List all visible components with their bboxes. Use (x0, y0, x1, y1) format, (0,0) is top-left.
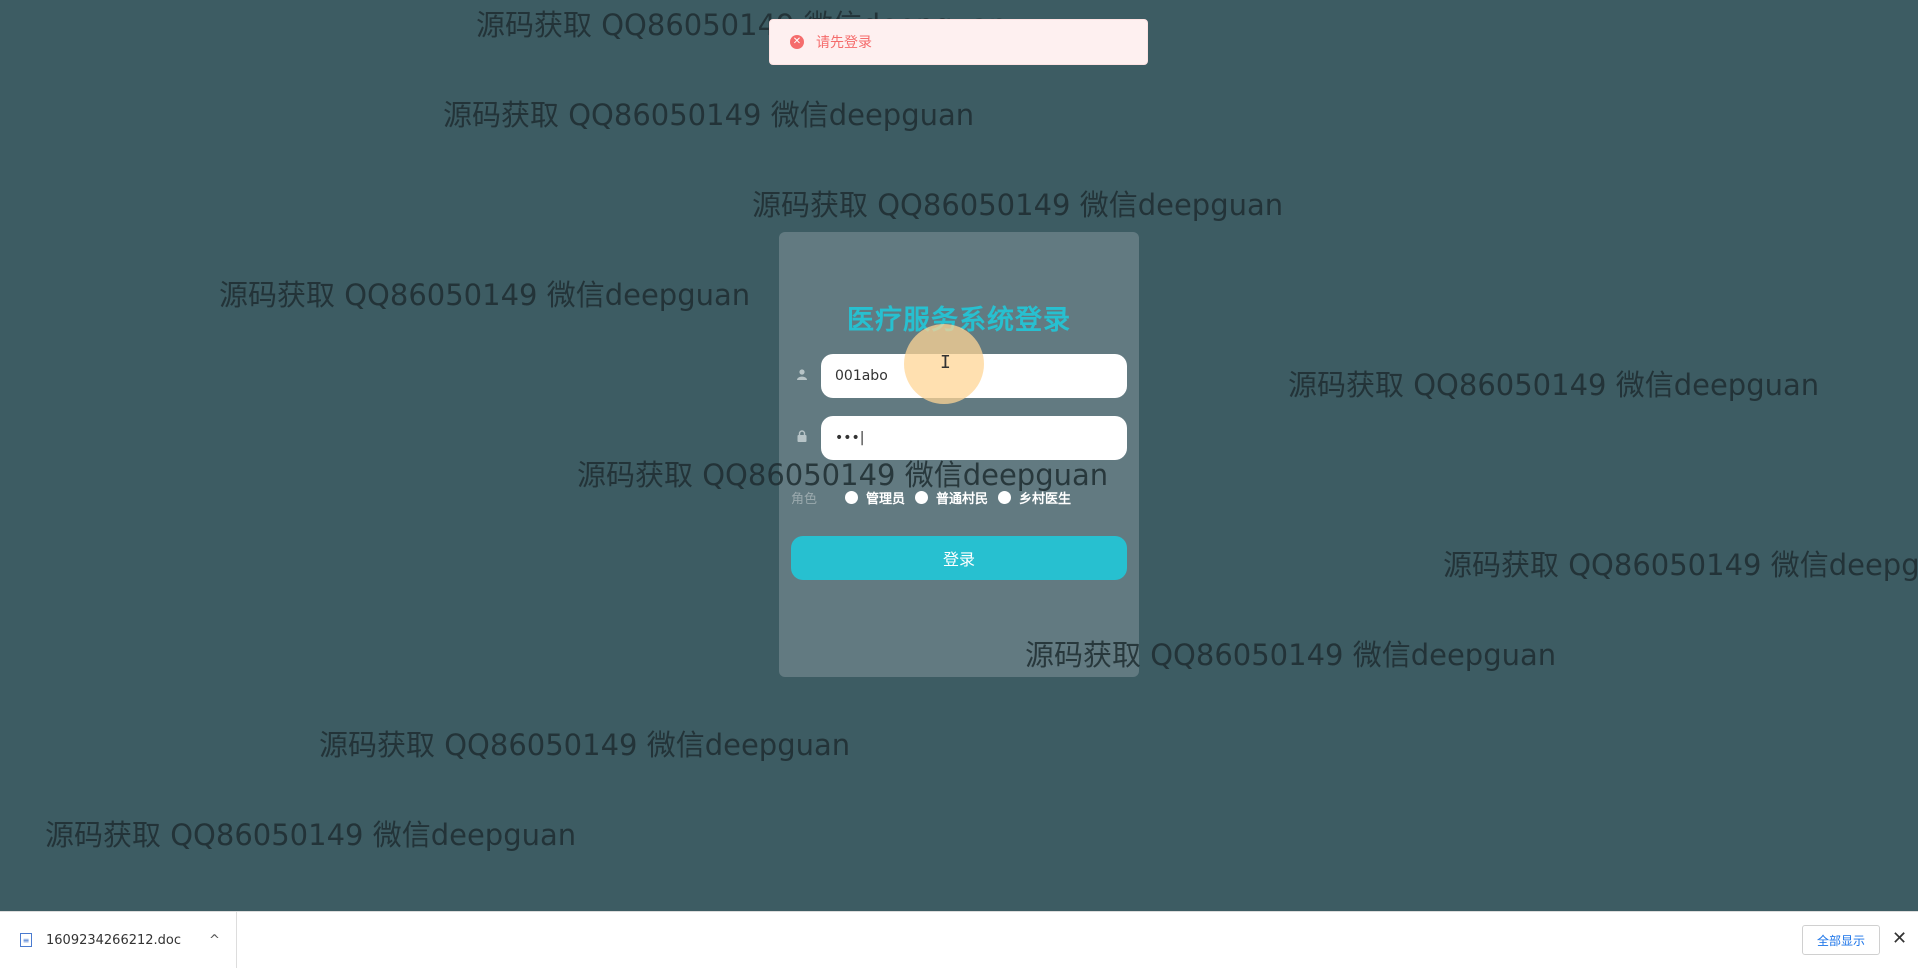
watermark-text: 源码获取 QQ86050149 微信deepguan (443, 98, 975, 132)
watermark-text: 源码获取 QQ86050149 微信deepguan (1443, 548, 1918, 582)
username-input[interactable]: 001abo (821, 354, 1127, 398)
chevron-up-icon[interactable]: ^ (209, 933, 220, 948)
watermark-text: 源码获取 QQ86050149 微信deepguan (45, 818, 577, 852)
document-icon: ≡ (20, 933, 32, 947)
user-icon (795, 367, 809, 381)
download-item[interactable]: ≡ 1609234266212.doc ^ (0, 912, 237, 968)
watermark-text: 源码获取 QQ86050149 微信deepguan (1288, 368, 1820, 402)
error-toast: ✕ 请先登录 (769, 19, 1148, 65)
watermark-text: 源码获取 QQ86050149 微信deepguan (752, 188, 1284, 222)
error-circle-icon: ✕ (790, 35, 804, 49)
download-bar: ≡ 1609234266212.doc ^ 全部显示 ✕ (0, 911, 1918, 968)
login-button[interactable]: 登录 (791, 536, 1127, 580)
watermark-text: 源码获取 QQ86050149 微信deepguan (1025, 638, 1557, 672)
watermark-text: 源码获取 QQ86050149 微信deepguan (577, 458, 1109, 492)
toast-message: 请先登录 (816, 35, 872, 51)
watermark-text: 源码获取 QQ86050149 微信deepguan (219, 278, 751, 312)
login-title: 医疗服务系统登录 (847, 305, 1071, 336)
show-all-button[interactable]: 全部显示 (1802, 925, 1880, 955)
close-icon[interactable]: ✕ (1892, 928, 1907, 949)
download-file-name[interactable]: 1609234266212.doc (46, 933, 181, 948)
watermark-text: 源码获取 QQ86050149 微信deepguan (319, 728, 851, 762)
lock-icon (795, 429, 809, 443)
